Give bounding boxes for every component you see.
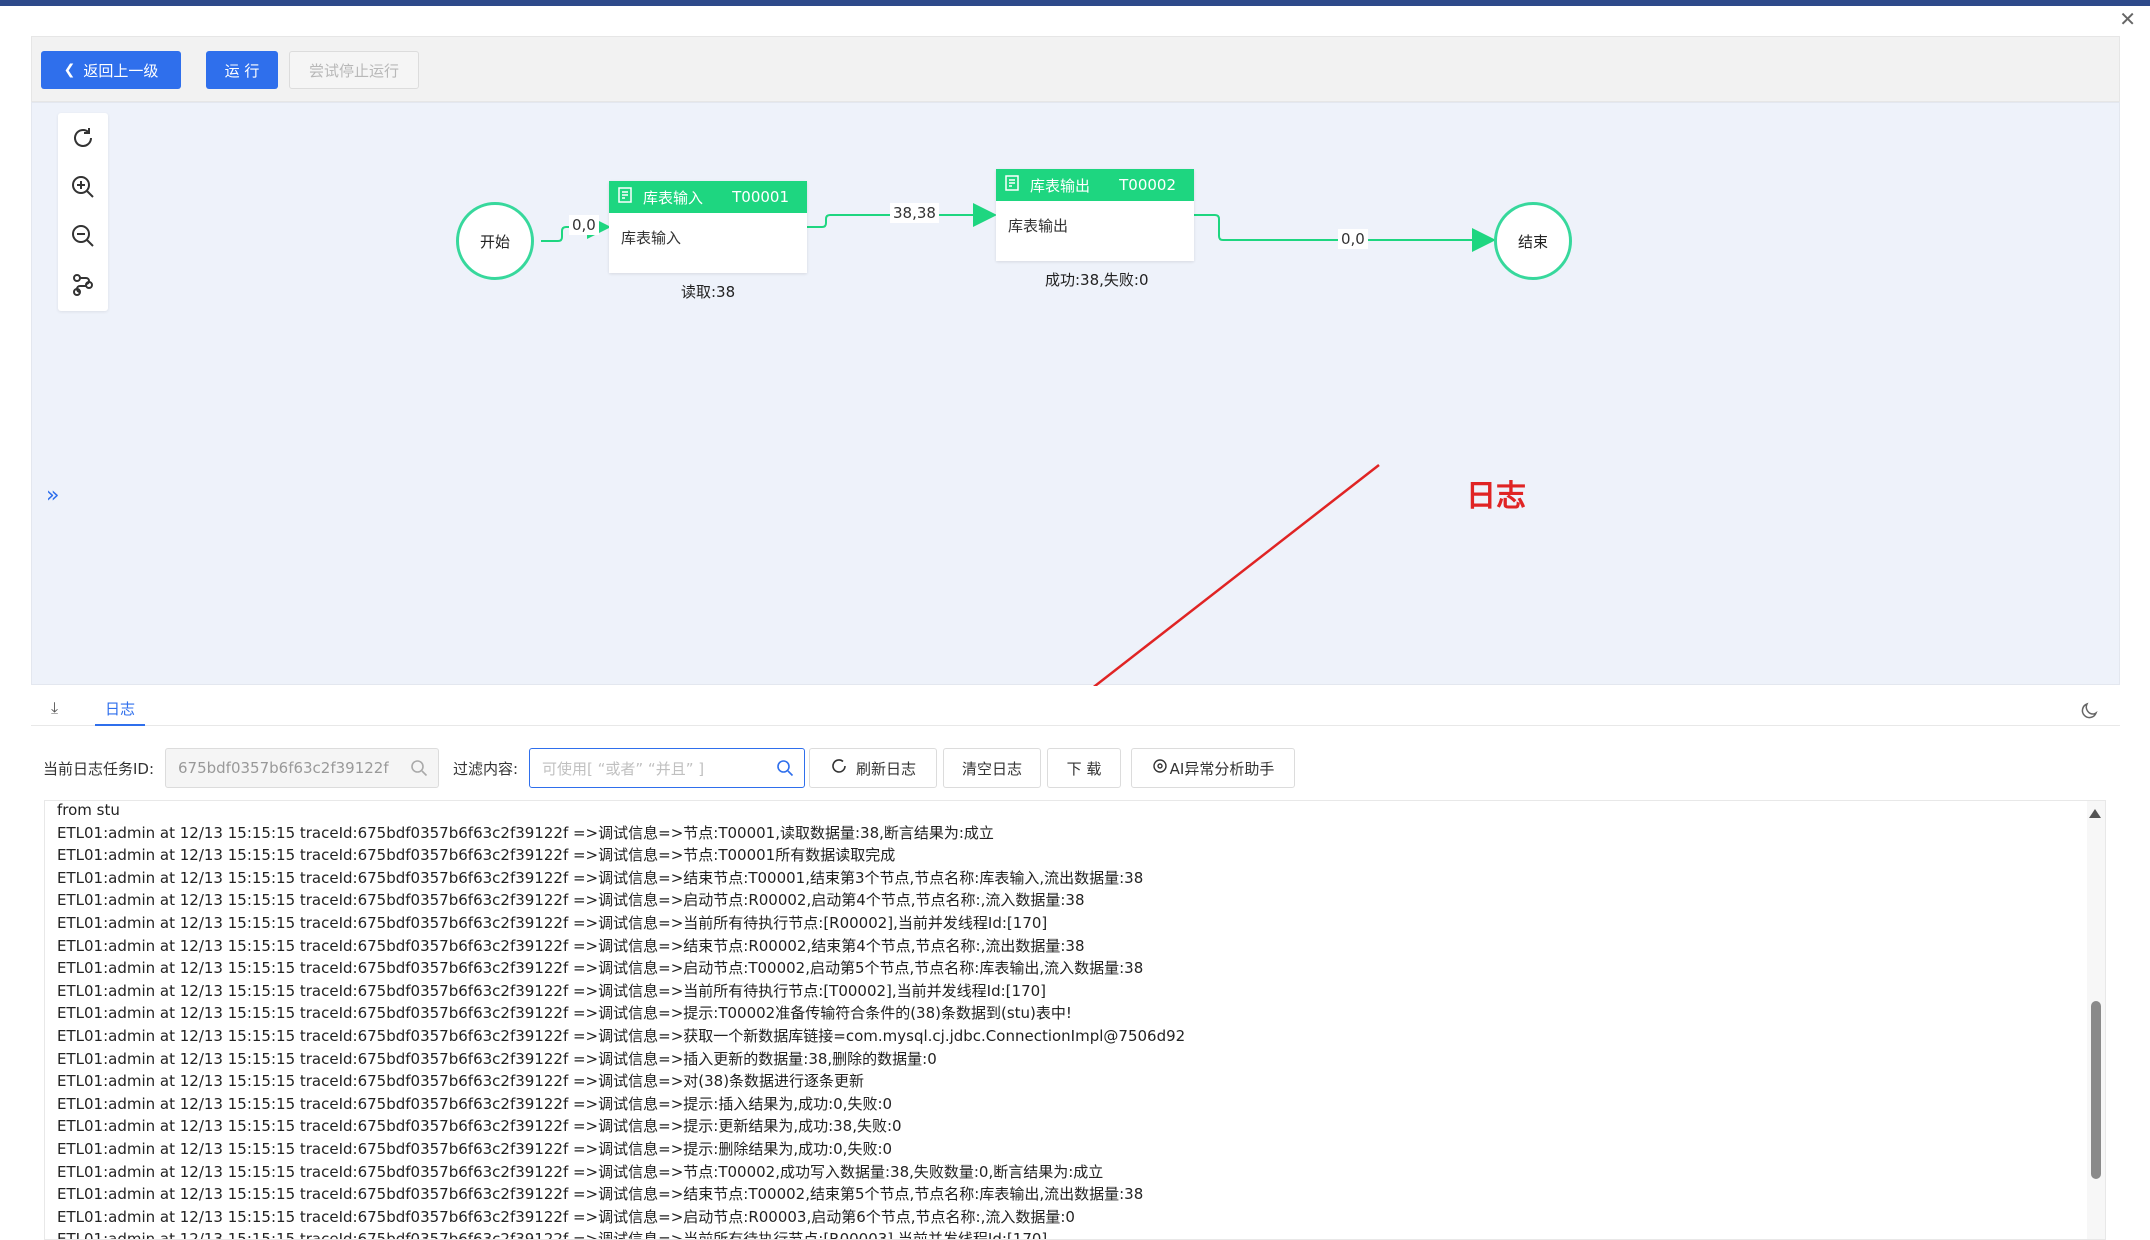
- start-node[interactable]: 开始: [456, 202, 534, 280]
- chevron-left-icon: ❮: [63, 62, 76, 78]
- log-line: ETL01:admin at 12/13 15:15:15 traceId:67…: [57, 846, 896, 865]
- node-form-icon: [1004, 174, 1022, 196]
- log-tabs: ⤓ 日志: [31, 690, 2120, 726]
- ai-analysis-label: AI异常分析助手: [1169, 759, 1275, 778]
- log-output[interactable]: from stu ETL01:admin at 12/13 15:15:15 tr…: [44, 800, 2106, 1240]
- ai-analysis-button[interactable]: AI异常分析助手: [1131, 748, 1295, 788]
- download-arrow-icon[interactable]: ⤓: [51, 698, 58, 718]
- log-line: ETL01:admin at 12/13 15:15:15 traceId:67…: [57, 868, 1144, 887]
- log-line: ETL01:admin at 12/13 15:15:15 traceId:67…: [57, 1185, 1144, 1204]
- start-node-label: 开始: [479, 232, 510, 251]
- filter-content-input[interactable]: 可使用[ “或者” “并且” ]: [529, 748, 805, 788]
- run-button[interactable]: 运 行: [206, 51, 278, 89]
- refresh-log-button[interactable]: 刷新日志: [809, 748, 937, 788]
- log-line: ETL01:admin at 12/13 15:15:15 traceId:67…: [57, 1139, 893, 1158]
- log-line: ETL01:admin at 12/13 15:15:15 traceId:67…: [57, 936, 1085, 955]
- end-node[interactable]: 结束: [1494, 202, 1572, 280]
- tab-log[interactable]: 日志: [95, 690, 146, 726]
- log-line: ETL01:admin at 12/13 15:15:15 traceId:67…: [57, 1004, 1072, 1023]
- log-filter-bar: 当前日志任务ID: 675bdf0357b6f63c2f39122f 过滤内容:…: [31, 746, 2120, 788]
- scroll-thumb[interactable]: [2091, 1001, 2101, 1179]
- node-stat: 读取:38: [681, 283, 736, 301]
- log-line: ETL01:admin at 12/13 15:15:15 traceId:67…: [57, 823, 994, 842]
- log-line: ETL01:admin at 12/13 15:15:15 traceId:67…: [57, 1072, 865, 1091]
- node-header: 库表输出 T00002: [996, 169, 1194, 201]
- download-label: 下 载: [1066, 759, 1102, 778]
- node-stat: 成功:38,失败:0: [1045, 271, 1149, 289]
- log-line: from stu: [57, 801, 120, 819]
- filter-placeholder: 可使用[ “或者” “并且” ]: [542, 759, 705, 778]
- node-body: 库表输出: [1008, 217, 1069, 235]
- flow-node-input[interactable]: 库表输入 T00001 库表输入: [609, 181, 807, 273]
- edge-label: 38,38: [890, 203, 939, 223]
- toolbar: ❮ 返回上一级 运 行 尝试停止运行: [31, 36, 2120, 102]
- annotation-text: 日志: [1466, 479, 1526, 514]
- back-button-label: 返回上一级: [83, 61, 159, 80]
- log-line: ETL01:admin at 12/13 15:15:15 traceId:67…: [57, 981, 1047, 1000]
- log-line: ETL01:admin at 12/13 15:15:15 traceId:67…: [57, 891, 1085, 910]
- clear-log-label: 清空日志: [961, 759, 1022, 778]
- task-id-value: 675bdf0357b6f63c2f39122f: [178, 759, 389, 777]
- flow-node-output[interactable]: 库表输出 T00002 库表输出: [996, 169, 1194, 261]
- node-code: T00002: [1119, 176, 1176, 194]
- refresh-log-label: 刷新日志: [855, 759, 916, 778]
- close-icon[interactable]: ✕: [2119, 8, 2136, 30]
- scrollbar[interactable]: [2087, 801, 2105, 1239]
- stop-run-button-label: 尝试停止运行: [308, 61, 399, 80]
- annotation-arrow: [1092, 464, 1380, 686]
- log-line: ETL01:admin at 12/13 15:15:15 traceId:67…: [57, 913, 1048, 932]
- stop-run-button[interactable]: 尝试停止运行: [289, 51, 419, 89]
- clear-log-button[interactable]: 清空日志: [943, 748, 1041, 788]
- log-line: ETL01:admin at 12/13 15:15:15 traceId:67…: [57, 1117, 902, 1136]
- log-lines: from stu ETL01:admin at 12/13 15:15:15 tr…: [57, 801, 2057, 1240]
- moon-icon[interactable]: [2080, 700, 2100, 724]
- download-button[interactable]: 下 载: [1047, 748, 1121, 788]
- edge-label: 0,0: [569, 215, 599, 235]
- log-line: ETL01:admin at 12/13 15:15:15 traceId:67…: [57, 1162, 1104, 1181]
- refresh-icon: [830, 757, 848, 779]
- filter-content-label: 过滤内容:: [453, 760, 519, 778]
- end-node-label: 结束: [1517, 232, 1548, 251]
- log-line: ETL01:admin at 12/13 15:15:15 traceId:67…: [57, 1049, 937, 1068]
- log-line: ETL01:admin at 12/13 15:15:15 traceId:67…: [57, 1230, 1048, 1240]
- scroll-up-icon[interactable]: [2089, 809, 2101, 818]
- window-top-bar: [0, 0, 2150, 6]
- log-line: ETL01:admin at 12/13 15:15:15 traceId:67…: [57, 1094, 893, 1113]
- tab-log-label: 日志: [105, 700, 136, 718]
- search-icon[interactable]: [410, 759, 428, 781]
- node-type: 库表输出: [1030, 176, 1091, 195]
- node-body: 库表输入: [621, 229, 682, 247]
- search-icon[interactable]: [776, 759, 794, 781]
- flow-canvas[interactable]: 开始 0,0 库表输入 T00001 库表输入 读取:38 38,38 库表输出…: [31, 102, 2120, 686]
- node-code: T00001: [732, 188, 789, 206]
- run-button-label: 运 行: [224, 61, 260, 80]
- log-line: ETL01:admin at 12/13 15:15:15 traceId:67…: [57, 1207, 1075, 1226]
- node-type: 库表输入: [643, 188, 704, 207]
- node-header: 库表输入 T00001: [609, 181, 807, 213]
- log-line: ETL01:admin at 12/13 15:15:15 traceId:67…: [57, 1026, 1186, 1045]
- ai-icon: [1152, 758, 1168, 778]
- task-id-label: 当前日志任务ID:: [43, 760, 155, 778]
- log-line: ETL01:admin at 12/13 15:15:15 traceId:67…: [57, 959, 1144, 978]
- back-button[interactable]: ❮ 返回上一级: [41, 51, 181, 89]
- expand-panel-icon[interactable]: »: [46, 483, 59, 508]
- edge-label: 0,0: [1338, 229, 1368, 249]
- task-id-field[interactable]: 675bdf0357b6f63c2f39122f: [165, 748, 439, 788]
- node-form-icon: [617, 186, 635, 208]
